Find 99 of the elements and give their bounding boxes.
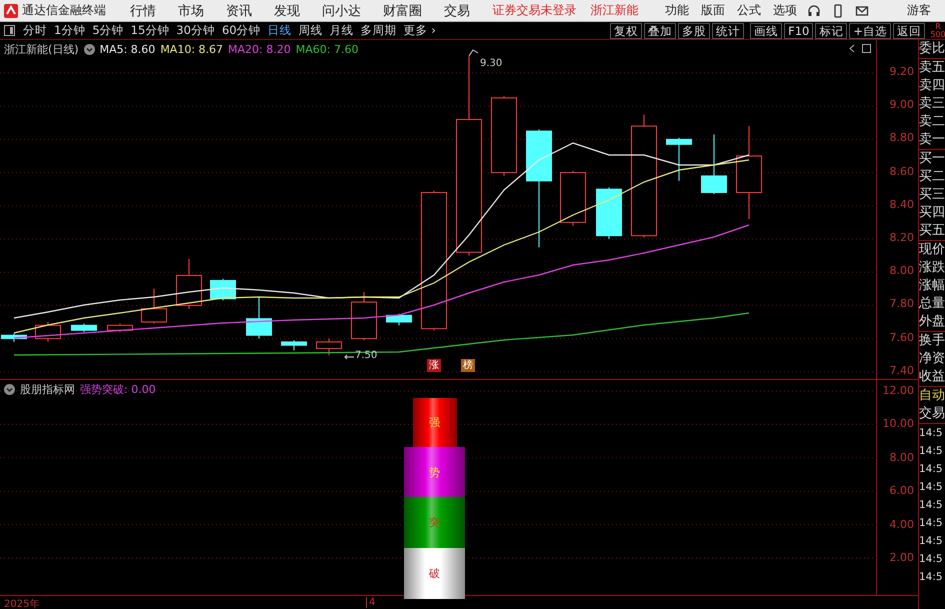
trade-label: 交易: [919, 405, 945, 423]
indicator-value: 强势突破: 0.00: [80, 382, 156, 397]
quote-label: 买三: [919, 186, 945, 204]
quote-label: 买一: [919, 150, 945, 168]
toolbar-button[interactable]: +自选: [849, 22, 891, 38]
quote-label: 总量: [919, 295, 945, 313]
quote-label: 买二: [919, 168, 945, 186]
quote-label: 卖一: [919, 131, 945, 149]
axis-tick-label: 10.00: [882, 417, 914, 430]
chart-title: 浙江新能(日线): [4, 42, 79, 57]
status-notice[interactable]: 证券交易未登录: [492, 2, 576, 19]
indicator-bar: 势: [404, 447, 465, 497]
quote-label: 卖三: [919, 95, 945, 113]
trade-time: 14:5: [919, 426, 944, 441]
period-tab[interactable]: 周线: [298, 23, 323, 38]
menu-item[interactable]: 问小达: [322, 2, 361, 20]
high-price-label: 9.30: [480, 58, 502, 69]
quote-label: 涨幅: [919, 277, 945, 295]
axis-tick-label: 9.20: [890, 65, 914, 78]
axis-tick-label: 12.00: [882, 384, 914, 397]
quote-label: 买四: [919, 204, 945, 222]
quote-label: 换手: [919, 332, 945, 350]
quote-label: 净资: [919, 350, 945, 368]
signal-marker: 榜: [461, 359, 475, 372]
quote-label: 收益: [919, 368, 945, 386]
menu-item[interactable]: 资讯: [226, 2, 252, 20]
menu-item[interactable]: 发现: [274, 2, 300, 20]
trade-time: 14:5: [919, 498, 944, 513]
axis-tick-label: 4.00: [890, 518, 914, 531]
level-label: R 500: [931, 22, 945, 38]
trade-time: 14:5: [919, 462, 944, 477]
quote-label: 买五: [919, 222, 945, 240]
moving-average-value: MA20: 8.20: [228, 43, 291, 56]
axis-tick-label: 7.60: [890, 330, 914, 344]
period-tab[interactable]: 15分钟: [130, 23, 170, 38]
indicator-bar: 破: [404, 548, 465, 599]
date-label: 4: [366, 597, 376, 608]
period-tab[interactable]: 30分钟: [176, 23, 215, 38]
indicator-bar: 强: [412, 398, 456, 447]
trade-time: 14:5: [919, 552, 944, 567]
period-tab[interactable]: 月线: [330, 23, 354, 38]
signal-marker: 涨: [427, 359, 441, 372]
trade-time: 14:5: [919, 444, 944, 459]
trade-time: 14:5: [919, 480, 944, 495]
menu-item[interactable]: 公式: [737, 2, 761, 19]
quote-label: 委比: [919, 40, 945, 58]
toolbar-button[interactable]: F10: [784, 22, 814, 38]
axis-tick-label: 9.00: [890, 98, 914, 112]
toolbar-button[interactable]: 复权: [610, 22, 642, 38]
trade-time: 14:5: [919, 516, 944, 531]
menu-item[interactable]: 功能: [665, 2, 689, 19]
menu-item[interactable]: 选项: [773, 2, 797, 19]
toolbar-button[interactable]: 多股: [678, 22, 710, 38]
moving-average-value: MA10: 8.67: [160, 43, 224, 56]
menu-item[interactable]: 行情: [130, 2, 156, 20]
quote-label: 卖二: [919, 113, 945, 131]
toolbar-button[interactable]: 统计: [712, 22, 744, 38]
menu-item[interactable]: 交易: [444, 2, 470, 20]
period-tab[interactable]: 分时: [23, 23, 47, 38]
axis-tick-label: 8.40: [890, 198, 914, 211]
axis-tick-label: 8.20: [890, 231, 914, 244]
period-tab[interactable]: 日线: [268, 23, 292, 38]
toolbar-button[interactable]: 叠加: [644, 22, 676, 38]
period-tab[interactable]: 多周期: [360, 23, 397, 38]
axis-tick-label: 7.80: [890, 297, 914, 310]
quote-label: 涨跌: [919, 259, 945, 277]
toolbar-button[interactable]: 返回: [893, 22, 925, 38]
quote-label: 卖四: [919, 77, 945, 95]
menu-item[interactable]: 版面: [701, 2, 725, 19]
more-menu[interactable]: 更多 ›: [404, 23, 436, 38]
axis-tick-label: 8.80: [890, 131, 914, 144]
toolbar-button[interactable]: 画线: [750, 22, 782, 38]
status-notice[interactable]: 浙江新能: [590, 2, 638, 19]
user-label[interactable]: 游客: [907, 2, 931, 19]
date-label: 2025年: [4, 598, 40, 609]
low-price-label: 7.50: [355, 350, 378, 361]
axis-tick-label: 7.40: [890, 364, 914, 377]
axis-tick-label: 8.00: [890, 264, 914, 278]
mode-label[interactable]: 自动: [919, 387, 945, 405]
axis-tick-label: 8.00: [890, 450, 914, 464]
moving-average-value: MA60: 7.60: [296, 43, 358, 56]
quote-label: 外盘: [919, 313, 945, 331]
axis-tick-label: 8.60: [890, 164, 914, 178]
menu-item[interactable]: 市场: [178, 2, 204, 20]
quote-label: 现价: [919, 241, 945, 259]
moving-average-value: MA5: 8.60: [100, 43, 156, 56]
app-title: 通达信金融终端: [22, 2, 106, 19]
period-tab[interactable]: 5分钟: [92, 23, 124, 38]
period-tab[interactable]: 60分钟: [222, 23, 261, 38]
trade-time: 14:5: [919, 570, 944, 585]
axis-tick-label: 6.00: [890, 484, 914, 498]
period-tab[interactable]: 1分钟: [54, 23, 86, 38]
indicator-bar: 突: [404, 497, 465, 548]
toolbar-button[interactable]: 标记: [815, 22, 848, 38]
menu-item[interactable]: 财富圈: [383, 2, 422, 20]
trade-time: 14:5: [919, 534, 944, 549]
quote-label: 卖五: [919, 59, 945, 77]
indicator-name: 股朋指标网: [20, 382, 75, 397]
axis-tick-label: 2.00: [890, 551, 914, 564]
